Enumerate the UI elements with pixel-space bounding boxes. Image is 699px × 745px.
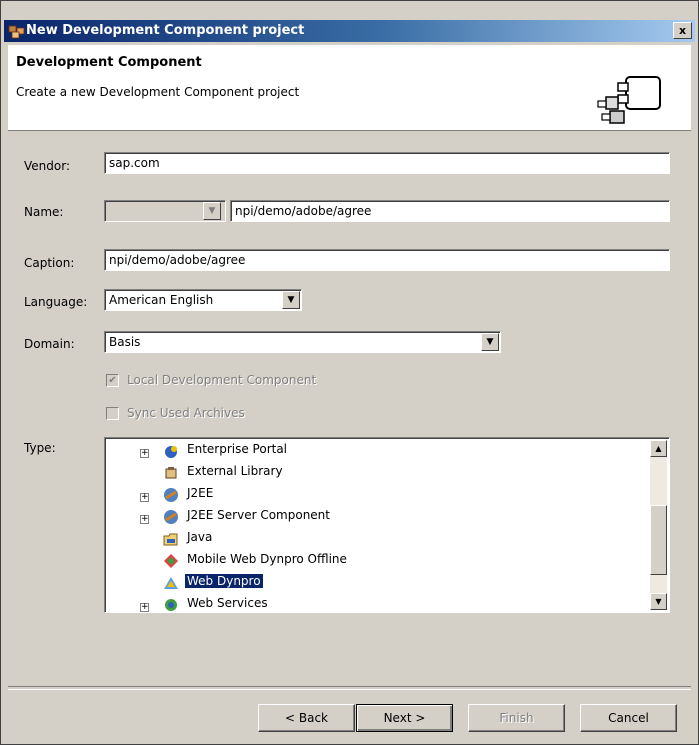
caption-label: Caption: xyxy=(24,256,75,270)
expand-icon[interactable]: + xyxy=(140,449,149,458)
language-label: Language: xyxy=(24,295,88,309)
scroll-down-button[interactable]: ▼ xyxy=(650,593,667,610)
cancel-button[interactable]: Cancel xyxy=(580,704,677,732)
back-button[interactable]: < Back xyxy=(258,704,355,732)
expand-icon[interactable]: + xyxy=(140,603,149,612)
java-folder-icon xyxy=(163,533,178,546)
j2ee-icon xyxy=(164,488,178,502)
tree-scrollbar[interactable]: ▲ ▼ xyxy=(650,440,667,610)
tree-item-label: J2EE xyxy=(187,486,214,500)
app-icon xyxy=(8,25,25,39)
domain-select[interactable]: Basis xyxy=(104,331,501,353)
web-dynpro-icon xyxy=(164,577,178,589)
server-component-icon xyxy=(164,510,178,524)
name-input[interactable]: npi/demo/adobe/agree xyxy=(230,200,670,222)
vendor-input[interactable]: sap.com xyxy=(104,152,670,174)
expand-icon[interactable]: + xyxy=(140,493,149,502)
expand-icon[interactable]: + xyxy=(140,515,149,524)
mobile-icon xyxy=(164,554,178,568)
chevron-down-icon: ▼ xyxy=(203,202,221,220)
wizard-components-icon xyxy=(597,76,661,124)
vendor-label: Vendor: xyxy=(24,159,70,173)
language-select[interactable]: American English xyxy=(104,289,302,311)
type-label: Type: xyxy=(24,441,56,455)
button-separator xyxy=(8,686,691,690)
web-services-icon xyxy=(165,599,177,611)
tree-item-label: External Library xyxy=(187,464,283,478)
tree-item-label: Web Services xyxy=(187,596,268,610)
tree-item-label: Mobile Web Dynpro Offline xyxy=(187,552,347,566)
tree-item-label: Enterprise Portal xyxy=(187,442,288,456)
tree-item-label: Java xyxy=(187,530,213,544)
sync-archives-checkbox xyxy=(106,407,119,420)
finish-button: Finish xyxy=(468,704,565,732)
local-dc-label: Local Development Component xyxy=(127,373,317,387)
domain-label: Domain: xyxy=(24,337,75,351)
library-icon xyxy=(165,467,177,479)
sync-archives-label: Sync Used Archives xyxy=(127,406,245,420)
next-button[interactable]: Next > xyxy=(356,704,453,732)
tree-item-label: Web Dynpro xyxy=(185,574,263,588)
close-button[interactable]: x xyxy=(673,22,692,39)
name-label: Name: xyxy=(24,205,64,219)
language-dropdown-button[interactable]: ▼ xyxy=(282,291,300,309)
caption-input[interactable]: npi/demo/adobe/agree xyxy=(104,249,670,271)
domain-dropdown-button[interactable]: ▼ xyxy=(481,333,499,351)
banner-description: Create a new Development Component proje… xyxy=(16,85,300,99)
local-dc-checkbox: ✔ xyxy=(106,374,119,387)
banner-title: Development Component xyxy=(16,55,202,70)
window-title: New Development Component project xyxy=(26,23,305,38)
scroll-thumb[interactable] xyxy=(650,505,667,575)
scroll-up-button[interactable]: ▲ xyxy=(650,440,667,457)
type-tree[interactable]: + Enterprise Portal External Library + J… xyxy=(104,437,670,613)
tree-item-label: J2EE Server Component xyxy=(187,508,330,522)
portal-icon xyxy=(165,446,177,458)
